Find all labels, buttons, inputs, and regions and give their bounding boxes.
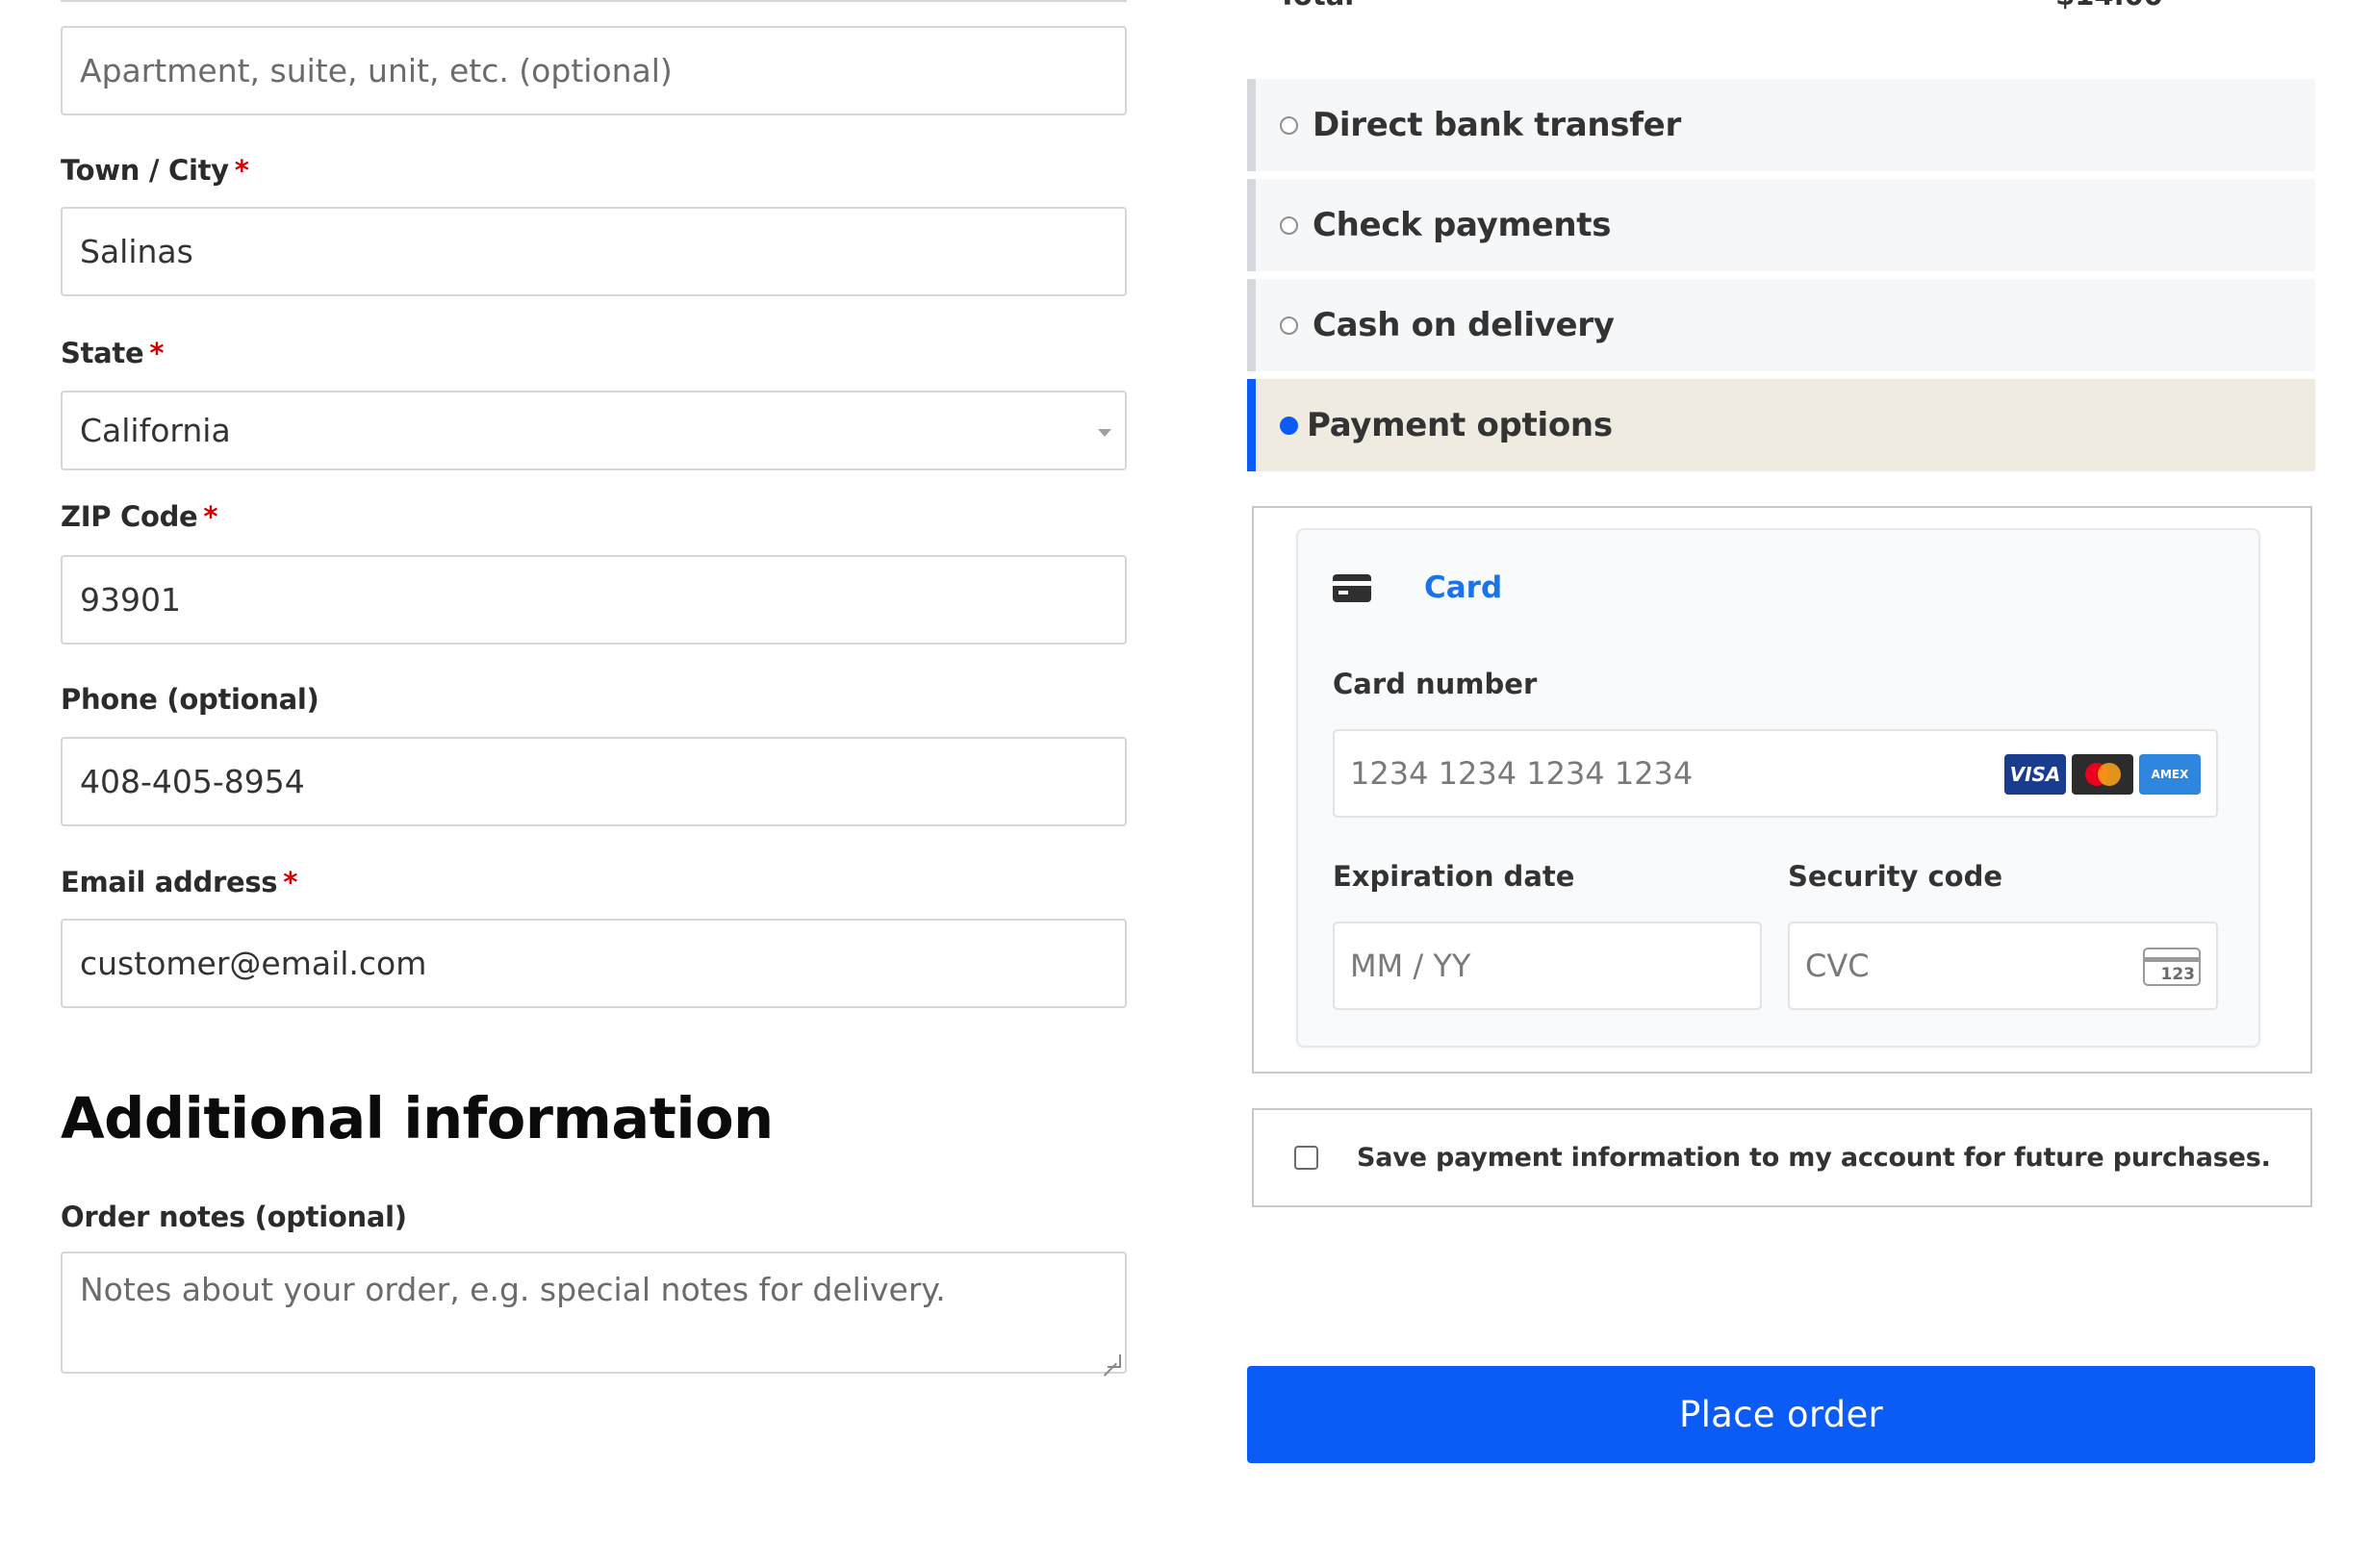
divider <box>61 0 1127 2</box>
order-notes-textarea[interactable]: Notes about your order, e.g. special not… <box>61 1252 1127 1374</box>
card-brands: VISA AMEX <box>2004 754 2201 795</box>
save-payment-label: Save payment information to my account f… <box>1357 1143 2271 1173</box>
expiry-label: Expiration date <box>1333 860 1575 893</box>
radio-button[interactable] <box>1280 316 1298 335</box>
tab-card[interactable]: Card <box>1333 570 1502 605</box>
place-order-button[interactable]: Place order <box>1247 1366 2315 1463</box>
chevron-down-icon <box>1098 429 1111 437</box>
payment-method-cod[interactable]: Cash on delivery <box>1247 279 2315 371</box>
payment-method-label: Direct bank transfer <box>1313 106 1681 144</box>
expiry-input[interactable]: MM / YY <box>1333 922 1762 1010</box>
email-input[interactable]: customer@email.com <box>61 919 1127 1008</box>
card-number-input[interactable]: 1234 1234 1234 1234 VISA AMEX <box>1333 729 2218 818</box>
required-marker: * <box>203 500 218 533</box>
tab-card-label: Card <box>1424 570 1503 605</box>
radio-button-selected[interactable] <box>1280 416 1298 435</box>
payment-method-label: Cash on delivery <box>1313 306 1615 344</box>
city-label: Town / City * <box>61 154 249 187</box>
credit-card-icon <box>1333 573 1371 602</box>
card-number-label: Card number <box>1333 668 1538 700</box>
card-payment-box: Card Card number 1234 1234 1234 1234 VIS… <box>1252 506 2312 1074</box>
phone-input[interactable]: 408-405-8954 <box>61 737 1127 826</box>
address2-input[interactable]: Apartment, suite, unit, etc. (optional) <box>61 26 1127 115</box>
zip-label: ZIP Code * <box>61 500 218 533</box>
city-input[interactable]: Salinas <box>61 207 1127 296</box>
state-select[interactable]: California <box>61 391 1127 470</box>
payment-method-payment-options[interactable]: Payment options <box>1247 379 2315 471</box>
email-label: Email address * <box>61 866 298 898</box>
order-notes-label: Order notes (optional) <box>61 1201 407 1233</box>
expiry-placeholder: MM / YY <box>1350 948 1471 984</box>
save-payment-checkbox[interactable] <box>1294 1146 1318 1170</box>
mastercard-icon <box>2072 754 2133 795</box>
payment-method-bank-transfer[interactable]: Direct bank transfer <box>1247 79 2315 171</box>
required-marker: * <box>234 154 249 187</box>
required-marker: * <box>149 337 165 369</box>
card-form: Card Card number 1234 1234 1234 1234 VIS… <box>1296 528 2260 1048</box>
additional-info-heading: Additional information <box>61 1085 774 1151</box>
phone-label: Phone (optional) <box>61 683 319 716</box>
order-notes-placeholder: Notes about your order, e.g. special not… <box>80 1271 946 1308</box>
visa-icon: VISA <box>2004 754 2066 795</box>
cvc-label: Security code <box>1788 860 2003 893</box>
state-label: State * <box>61 337 165 369</box>
payment-method-check[interactable]: Check payments <box>1247 179 2315 271</box>
cvc-card-icon: 123 <box>2143 948 2201 986</box>
total-value: $14.00 <box>2055 0 2163 12</box>
radio-button[interactable] <box>1280 115 1298 135</box>
zip-input[interactable]: 93901 <box>61 555 1127 645</box>
state-value: California <box>80 412 231 449</box>
resize-handle-icon[interactable] <box>1108 1354 1121 1368</box>
radio-button[interactable] <box>1280 215 1298 235</box>
payment-method-label: Payment options <box>1307 406 1613 444</box>
amex-icon: AMEX <box>2139 754 2201 795</box>
save-payment-row[interactable]: Save payment information to my account f… <box>1252 1108 2312 1207</box>
required-marker: * <box>283 866 298 898</box>
total-label: Total <box>1278 0 1354 12</box>
payment-method-label: Check payments <box>1313 206 1612 244</box>
cvc-input[interactable]: CVC 123 <box>1788 922 2218 1010</box>
order-total-row: Total $14.00 <box>1278 0 2259 12</box>
cvc-placeholder: CVC <box>1805 948 1870 984</box>
card-number-placeholder: 1234 1234 1234 1234 <box>1350 755 1694 792</box>
